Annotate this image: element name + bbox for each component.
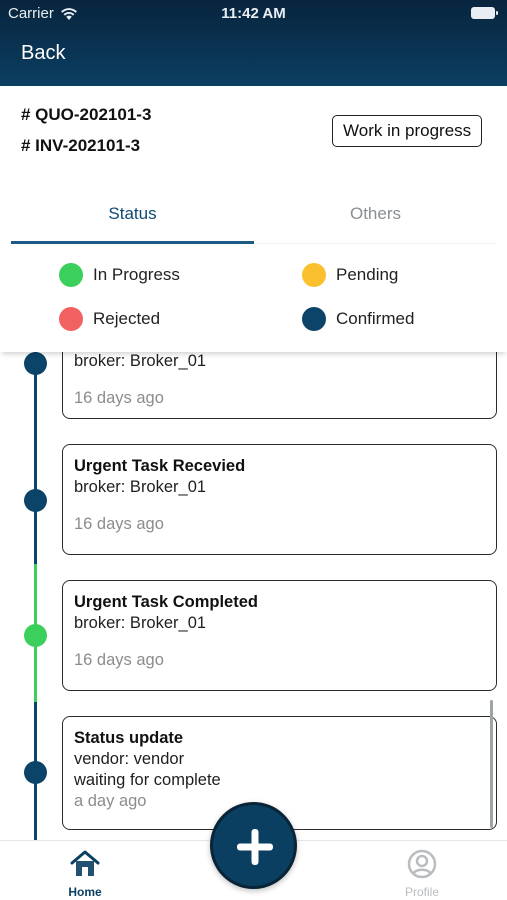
- timeline-card[interactable]: Urgent Task Recevied broker: Broker_01 1…: [62, 444, 497, 555]
- tabbar-home[interactable]: Home: [45, 849, 125, 899]
- tab-bar: Status Others: [11, 196, 496, 244]
- timeline-dot: [24, 761, 47, 784]
- card-detail: broker: Broker_01: [74, 614, 207, 632]
- card-detail: broker: Broker_01: [74, 352, 207, 370]
- back-button[interactable]: Back: [21, 42, 65, 65]
- status-timeline[interactable]: broker: Broker_01 16 days ago Urgent Tas…: [0, 352, 507, 840]
- plus-icon: [237, 829, 273, 865]
- battery-icon: [471, 7, 498, 19]
- legend-dot: [59, 263, 83, 287]
- user-circle-icon: [407, 849, 437, 879]
- timeline-connector: [34, 352, 37, 564]
- timeline-card[interactable]: Urgent Task Completed broker: Broker_01 …: [62, 580, 497, 691]
- card-timestamp: 16 days ago: [74, 389, 164, 407]
- card-timestamp: 16 days ago: [74, 651, 164, 669]
- status-bar: Carrier 11:42 AM: [0, 0, 507, 28]
- legend-label: Rejected: [93, 309, 161, 328]
- legend-pending: Pending: [302, 263, 398, 287]
- tabbar-profile[interactable]: Profile: [382, 849, 462, 899]
- legend-label: Confirmed: [336, 309, 415, 328]
- legend-label: Pending: [336, 265, 399, 284]
- timeline-dot: [24, 489, 47, 512]
- tab-others[interactable]: Others: [254, 196, 497, 244]
- status-badge: Work in progress: [332, 115, 483, 147]
- legend-confirmed: Confirmed: [302, 307, 414, 331]
- timeline-card[interactable]: broker: Broker_01 16 days ago: [62, 352, 497, 419]
- legend-in-progress: In Progress: [59, 263, 180, 287]
- card-title: Urgent Task Recevied: [74, 457, 246, 475]
- card-detail: waiting for complete: [74, 771, 221, 789]
- card-timestamp: 16 days ago: [74, 515, 164, 533]
- clock: 11:42 AM: [221, 5, 286, 22]
- status-legend: In Progress Pending Rejected Confirmed: [0, 250, 507, 352]
- tab-status[interactable]: Status: [11, 196, 254, 244]
- card-title: Urgent Task Completed: [74, 593, 258, 611]
- legend-dot: [59, 307, 83, 331]
- home-icon: [70, 850, 100, 876]
- card-detail: broker: Broker_01: [74, 478, 207, 496]
- tabbar-label: Home: [68, 885, 102, 899]
- add-button[interactable]: [210, 802, 297, 889]
- invoice-number: # INV-202101-3: [21, 136, 141, 155]
- timeline-dot: [24, 352, 47, 375]
- card-timestamp: a day ago: [74, 792, 147, 810]
- scrollbar[interactable]: [490, 700, 493, 828]
- quote-number: # QUO-202101-3: [21, 105, 152, 124]
- card-detail: vendor: vendor: [74, 750, 185, 768]
- app-header: Carrier 11:42 AM Back: [0, 0, 507, 86]
- card-title: Status update: [74, 729, 184, 747]
- timeline-dot: [24, 624, 47, 647]
- legend-dot: [302, 307, 326, 331]
- legend-label: In Progress: [93, 265, 180, 284]
- legend-rejected: Rejected: [59, 307, 160, 331]
- tabbar-label: Profile: [404, 885, 439, 899]
- legend-dot: [302, 263, 326, 287]
